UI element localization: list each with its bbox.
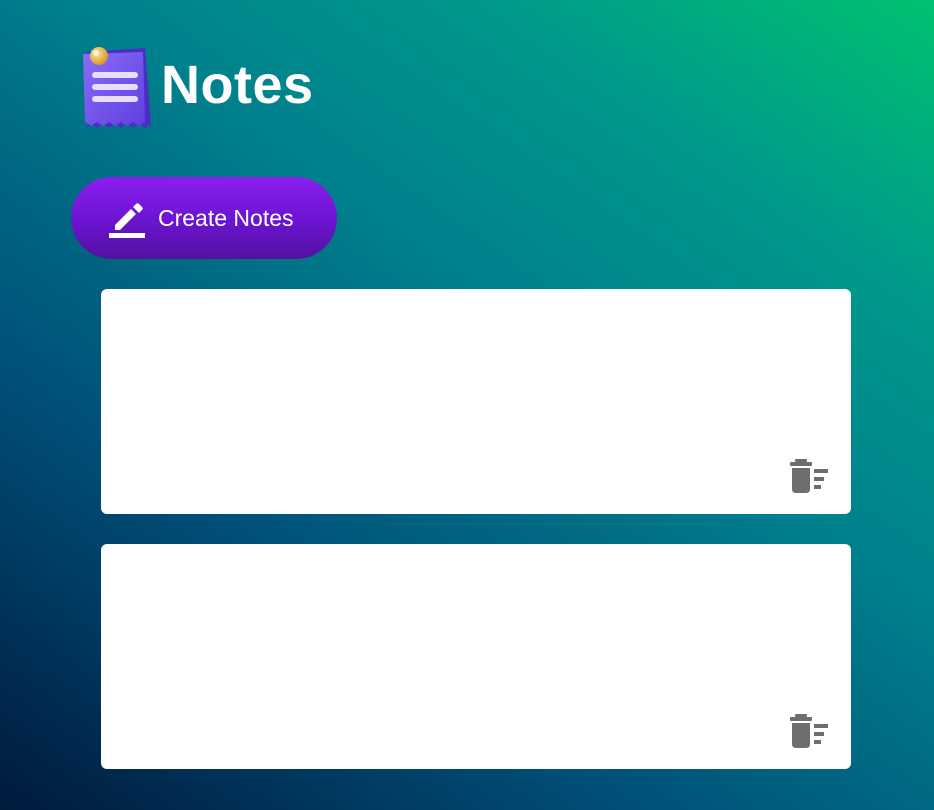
delete-note-button[interactable]	[789, 459, 831, 493]
note-card	[101, 289, 851, 514]
note-text-area[interactable]	[101, 544, 851, 769]
app-header: Notes	[79, 42, 314, 132]
notes-list	[101, 289, 851, 799]
note-card	[101, 544, 851, 769]
delete-note-button[interactable]	[789, 714, 831, 748]
notepad-pin-icon	[83, 47, 151, 128]
delete-sweep-icon	[790, 459, 828, 493]
create-notes-label: Create Notes	[158, 204, 294, 231]
delete-sweep-icon	[790, 714, 828, 748]
pencil-icon	[109, 203, 145, 238]
note-text-area[interactable]	[101, 289, 851, 514]
app-title: Notes	[161, 55, 314, 115]
create-notes-button[interactable]: Create Notes	[71, 177, 337, 259]
